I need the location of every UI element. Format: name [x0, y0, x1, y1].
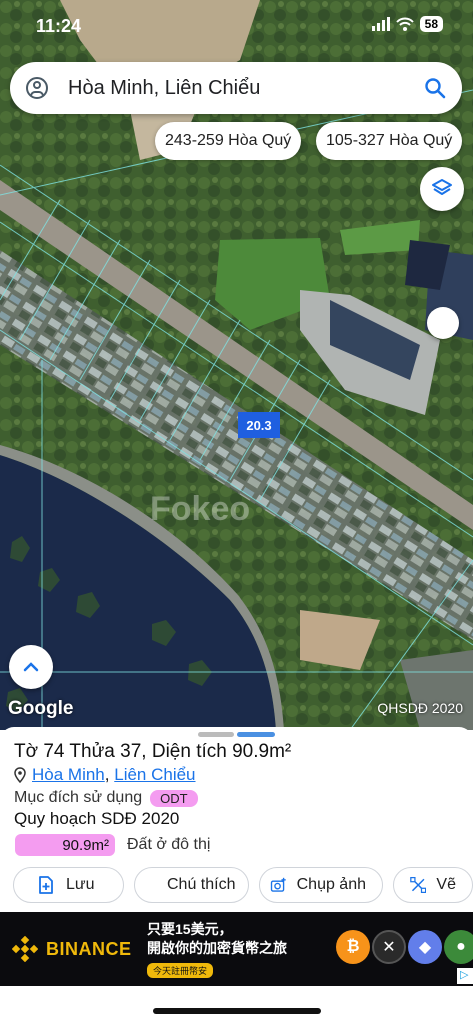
add-photo-icon: [270, 877, 286, 892]
signal-icon: [371, 17, 390, 31]
suggestion-chip-2[interactable]: 105-327 Hòa Quý: [316, 122, 463, 160]
measure-label: Vẽ: [436, 876, 456, 893]
suggestion-chip-1[interactable]: 243-259 Hòa Quý: [155, 122, 302, 160]
purpose-code-badge: ODT: [150, 789, 198, 807]
measure-button[interactable]: Vẽ: [393, 867, 473, 903]
account-icon[interactable]: [26, 77, 48, 99]
search-bar[interactable]: Hòa Minh, Liên Chiểu: [10, 62, 462, 114]
save-button[interactable]: Lưu: [13, 867, 124, 903]
photo-label: Chụp ảnh: [296, 876, 366, 893]
parcel-location: Hòa Minh, Liên Chiểu: [14, 765, 196, 785]
district-link[interactable]: Liên Chiểu: [114, 765, 195, 784]
ad-banner[interactable]: BINANCE 只要15美元， 開啟你的加密貨幣之旅 今天註冊幣安 ₿ ✕ ◆ …: [0, 912, 473, 986]
plan-area-value: 90.9m²: [15, 834, 115, 856]
note-button[interactable]: Chú thích: [134, 867, 249, 903]
google-logo: Google: [8, 698, 74, 719]
ad-brand: BINANCE: [12, 936, 132, 962]
home-indicator[interactable]: [153, 1008, 321, 1014]
ad-coins: ₿ ✕ ◆ ●: [336, 930, 473, 964]
plan-area-description: Đất ở đô thị: [127, 836, 211, 853]
status-time: 11:24: [36, 16, 82, 36]
pepe-icon: ●: [444, 930, 473, 964]
layer-source-label: QHSDĐ 2020: [377, 700, 463, 716]
ad-brand-name: BINANCE: [46, 938, 132, 959]
status-indicators: 58: [371, 16, 443, 32]
binance-logo-icon: [12, 936, 38, 962]
parcel-info-sheet: Tờ 74 Thửa 37, Diện tích 90.9m² Hòa Minh…: [0, 727, 473, 912]
land-purpose-row: Mục đích sử dụng ODT: [14, 789, 198, 807]
chevron-up-icon: [23, 662, 39, 672]
status-bar: 11:24 58: [0, 0, 473, 52]
wifi-icon: [395, 17, 414, 31]
ad-headline: 只要15美元， 開啟你的加密貨幣之旅: [147, 920, 287, 958]
plan-title: Quy hoạch SDĐ 2020: [14, 809, 180, 828]
xrp-icon: ✕: [372, 930, 406, 964]
search-icon[interactable]: [424, 77, 446, 99]
sheet-handle[interactable]: [198, 732, 234, 737]
ad-line-2: 開啟你的加密貨幣之旅: [147, 940, 287, 956]
action-buttons: Lưu Chú thích Chụp ảnh Vẽ: [13, 867, 473, 903]
plan-area-row: 90.9m² Đất ở đô thị: [15, 834, 210, 856]
location-separator: ,: [104, 765, 110, 784]
ward-link[interactable]: Hòa Minh: [32, 765, 105, 784]
search-input[interactable]: Hòa Minh, Liên Chiểu: [68, 77, 424, 100]
add-bookmark-icon: [39, 876, 53, 894]
battery-indicator: 58: [419, 16, 443, 32]
watermark: Fokeo: [150, 490, 251, 528]
ethereum-icon: ◆: [408, 930, 442, 964]
map-view[interactable]: 11:24 58 Hòa Minh, Liên Chiểu 243-259 Hò…: [0, 0, 473, 730]
note-label: Chú thích: [167, 876, 236, 893]
ad-line-1: 只要15美元，: [147, 921, 233, 937]
ad-cta-button[interactable]: 今天註冊幣安: [147, 963, 214, 978]
draw-tools-icon: [410, 876, 427, 894]
parcel-label[interactable]: 20.3: [238, 412, 280, 438]
layers-icon: [432, 179, 452, 195]
map-control-dot[interactable]: [427, 307, 459, 339]
parcel-title: Tờ 74 Thửa 37, Diện tích 90.9m²: [14, 741, 292, 762]
expand-button[interactable]: [9, 645, 53, 689]
save-label: Lưu: [66, 876, 95, 893]
ad-choices-icon[interactable]: [457, 968, 473, 984]
bitcoin-icon: ₿: [336, 930, 370, 964]
purpose-label: Mục đích sử dụng: [14, 789, 143, 806]
sheet-handle-active[interactable]: [237, 732, 275, 737]
location-pin-icon: [14, 767, 26, 783]
layers-button[interactable]: [420, 167, 464, 211]
photo-button[interactable]: Chụp ảnh: [259, 867, 383, 903]
home-bar-area: [0, 986, 473, 1024]
